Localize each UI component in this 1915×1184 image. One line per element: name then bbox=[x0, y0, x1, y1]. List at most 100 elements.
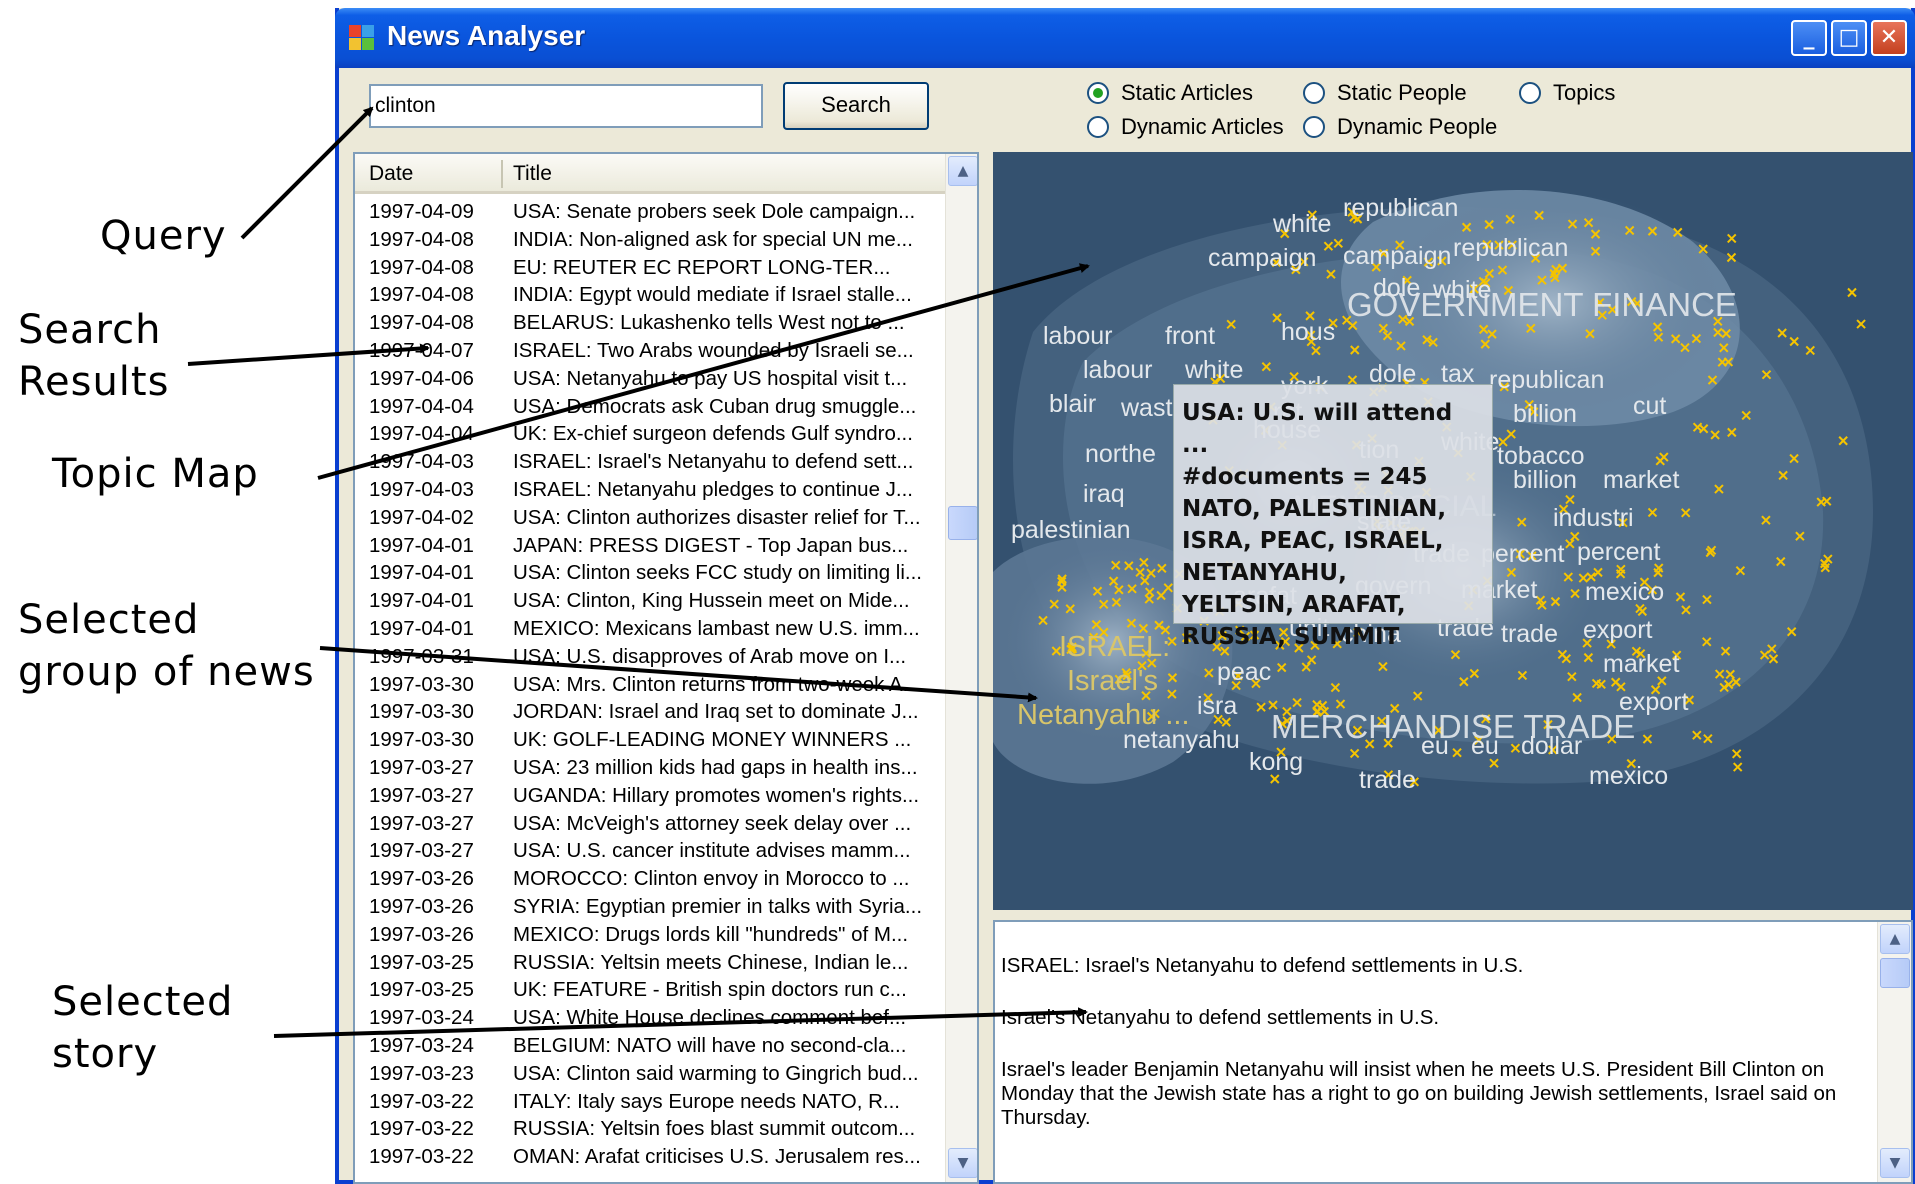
topic-word[interactable]: northe bbox=[1085, 440, 1156, 468]
radio-view-mode[interactable]: Static Articles bbox=[1087, 80, 1253, 106]
radio-dot[interactable] bbox=[1303, 82, 1325, 104]
article-marker[interactable] bbox=[1270, 774, 1280, 784]
topic-map[interactable]: white republican campaign campaign republica… bbox=[993, 152, 1913, 910]
radio-dot[interactable] bbox=[1087, 82, 1109, 104]
table-row[interactable]: 1997-03-30 JORDAN: Israel and Iraq set to… bbox=[355, 698, 945, 726]
table-row[interactable]: 1997-04-08 EU: REUTER EC REPORT LONG-TER.… bbox=[355, 254, 945, 282]
table-row[interactable]: 1997-04-07 ISRAEL: Two Arabs wounded by I… bbox=[355, 337, 945, 365]
results-scrollbar[interactable]: ▲ ▼ bbox=[945, 154, 977, 1182]
topic-word[interactable]: trade bbox=[1359, 766, 1416, 794]
topic-word[interactable]: peac bbox=[1217, 658, 1271, 686]
topic-word[interactable]: republican bbox=[1489, 366, 1604, 394]
table-row[interactable]: 1997-03-25 RUSSIA: Yeltsin meets Chinese,… bbox=[355, 949, 945, 977]
topic-word[interactable]: campaign bbox=[1343, 242, 1451, 270]
search-input[interactable] bbox=[369, 84, 763, 128]
topic-word[interactable]: billion bbox=[1513, 466, 1577, 494]
minimize-button[interactable]: _ bbox=[1791, 20, 1827, 56]
topic-word[interactable]: trade bbox=[1501, 620, 1558, 648]
topic-word[interactable]: market bbox=[1603, 650, 1679, 678]
search-results-list[interactable]: Date Title 1997-04-09 USA: Senate probers… bbox=[353, 152, 979, 1184]
table-row[interactable]: 1997-03-22 OMAN: Arafat criticises U.S. J… bbox=[355, 1143, 945, 1171]
topic-word[interactable]: iraq bbox=[1083, 480, 1125, 508]
topic-word[interactable]: front bbox=[1165, 322, 1215, 350]
radio-dot[interactable] bbox=[1303, 116, 1325, 138]
table-row[interactable]: 1997-03-22 RUSSIA: Yeltsin foes blast sum… bbox=[355, 1115, 945, 1143]
table-row[interactable]: 1997-03-25 UK: FEATURE - British spin doc… bbox=[355, 976, 945, 1004]
story-scrollbar[interactable]: ▲ ▼ bbox=[1877, 922, 1911, 1182]
topic-word[interactable]: mexico bbox=[1585, 578, 1664, 606]
table-row[interactable]: 1997-04-03 ISRAEL: Israel's Netanyahu to … bbox=[355, 448, 945, 476]
table-row[interactable]: 1997-03-31 USA: U.S. disapproves of Arab … bbox=[355, 643, 945, 671]
column-divider[interactable] bbox=[501, 160, 503, 188]
selected-group-label[interactable]: Netanyahu ... bbox=[1017, 699, 1190, 731]
topic-word[interactable]: white bbox=[1184, 356, 1243, 384]
table-row[interactable]: 1997-04-06 USA: Netanyahu to pay US hospi… bbox=[355, 365, 945, 393]
table-row[interactable]: 1997-03-27 USA: 23 million kids had gaps … bbox=[355, 754, 945, 782]
topic-cluster-label[interactable]: GOVERNMENT FINANCE bbox=[1347, 286, 1737, 323]
article-marker[interactable] bbox=[1856, 319, 1866, 329]
table-row[interactable]: 1997-04-01 MEXICO: Mexicans lambast new U… bbox=[355, 615, 945, 643]
topic-word[interactable]: kong bbox=[1249, 748, 1303, 776]
table-row[interactable]: 1997-04-01 USA: Clinton, King Hussein mee… bbox=[355, 587, 945, 615]
search-button[interactable]: Search bbox=[783, 82, 929, 130]
topic-cluster-label[interactable]: MERCHANDISE TRADE bbox=[1271, 708, 1635, 745]
table-row[interactable]: 1997-03-26 MEXICO: Drugs lords kill "hund… bbox=[355, 921, 945, 949]
topic-word[interactable]: labour bbox=[1083, 356, 1153, 384]
story-scroll-thumb[interactable] bbox=[1880, 958, 1910, 988]
article-marker[interactable] bbox=[1733, 762, 1743, 772]
topic-word[interactable]: billion bbox=[1513, 400, 1577, 428]
title-bar[interactable]: News Analyser _ □ ✕ bbox=[335, 8, 1915, 68]
topic-word[interactable]: isra bbox=[1197, 692, 1237, 720]
table-row[interactable]: 1997-03-30 USA: Mrs. Clinton returns from… bbox=[355, 671, 945, 699]
topic-word[interactable]: percent bbox=[1577, 538, 1660, 566]
table-row[interactable]: 1997-03-30 UK: GOLF-LEADING MONEY WINNERS… bbox=[355, 726, 945, 754]
topic-word[interactable]: hous bbox=[1281, 318, 1335, 346]
table-row[interactable]: 1997-03-27 USA: U.S. cancer institute adv… bbox=[355, 837, 945, 865]
table-row[interactable]: 1997-03-24 USA: White House declines comm… bbox=[355, 1004, 945, 1032]
radio-view-mode[interactable]: Dynamic Articles bbox=[1087, 114, 1284, 140]
radio-view-mode[interactable]: Static People bbox=[1303, 80, 1467, 106]
table-row[interactable]: 1997-03-27 USA: McVeigh's attorney seek d… bbox=[355, 810, 945, 838]
selected-group-label[interactable]: Israel's bbox=[1067, 665, 1158, 697]
radio-view-mode[interactable]: Topics bbox=[1519, 80, 1615, 106]
story-scroll-up-button[interactable]: ▲ bbox=[1880, 924, 1910, 954]
table-row[interactable]: 1997-04-08 INDIA: Egypt would mediate if … bbox=[355, 281, 945, 309]
topic-word[interactable]: campaign bbox=[1208, 244, 1316, 272]
story-panel[interactable]: ISRAEL: Israel's Netanyahu to defend set… bbox=[993, 920, 1913, 1184]
table-row[interactable]: 1997-03-27 UGANDA: Hillary promotes women… bbox=[355, 782, 945, 810]
topic-word[interactable]: republican bbox=[1343, 194, 1458, 222]
article-marker[interactable] bbox=[1731, 749, 1742, 759]
selected-group-label[interactable]: ISRAEL: bbox=[1059, 631, 1170, 663]
article-marker[interactable] bbox=[1727, 233, 1737, 244]
radio-dot[interactable] bbox=[1087, 116, 1109, 138]
close-button[interactable]: ✕ bbox=[1871, 20, 1907, 56]
topic-word[interactable]: mexico bbox=[1589, 762, 1668, 790]
table-row[interactable]: 1997-04-01 USA: Clinton seeks FCC study o… bbox=[355, 559, 945, 587]
radio-dot[interactable] bbox=[1519, 82, 1541, 104]
table-row[interactable]: 1997-03-22 ITALY: Italy says Europe needs… bbox=[355, 1088, 945, 1116]
table-row[interactable]: 1997-03-26 MOROCCO: Clinton envoy in Moro… bbox=[355, 865, 945, 893]
scroll-thumb[interactable] bbox=[948, 506, 977, 540]
story-scroll-down-button[interactable]: ▼ bbox=[1880, 1148, 1910, 1178]
article-marker[interactable] bbox=[1847, 287, 1857, 298]
table-row[interactable]: 1997-04-08 BELARUS: Lukashenko tells West… bbox=[355, 309, 945, 337]
table-row[interactable]: 1997-04-09 USA: Senate probers seek Dole … bbox=[355, 198, 945, 226]
scroll-down-button[interactable]: ▼ bbox=[948, 1148, 977, 1178]
topic-word[interactable]: export bbox=[1583, 616, 1653, 644]
table-row[interactable]: 1997-04-04 UK: Ex-chief surgeon defends G… bbox=[355, 420, 945, 448]
scroll-up-button[interactable]: ▲ bbox=[948, 156, 977, 186]
table-row[interactable]: 1997-04-08 INDIA: Non-aligned ask for spe… bbox=[355, 226, 945, 254]
topic-word[interactable]: labour bbox=[1043, 322, 1113, 350]
topic-word[interactable]: market bbox=[1603, 466, 1679, 494]
column-header-title[interactable]: Title bbox=[513, 162, 552, 186]
topic-word[interactable]: palestinian bbox=[1011, 516, 1131, 544]
topic-word[interactable]: white bbox=[1272, 210, 1331, 238]
column-header-date[interactable]: Date bbox=[369, 162, 413, 186]
topic-word[interactable]: cut bbox=[1633, 392, 1666, 420]
topic-word[interactable]: wast bbox=[1120, 394, 1172, 422]
radio-view-mode[interactable]: Dynamic People bbox=[1303, 114, 1497, 140]
topic-word[interactable]: industri bbox=[1553, 504, 1634, 532]
table-row[interactable]: 1997-04-02 USA: Clinton authorizes disast… bbox=[355, 504, 945, 532]
table-row[interactable]: 1997-04-03 ISRAEL: Netanyahu pledges to c… bbox=[355, 476, 945, 504]
table-row[interactable]: 1997-03-23 USA: Clinton said warming to G… bbox=[355, 1060, 945, 1088]
